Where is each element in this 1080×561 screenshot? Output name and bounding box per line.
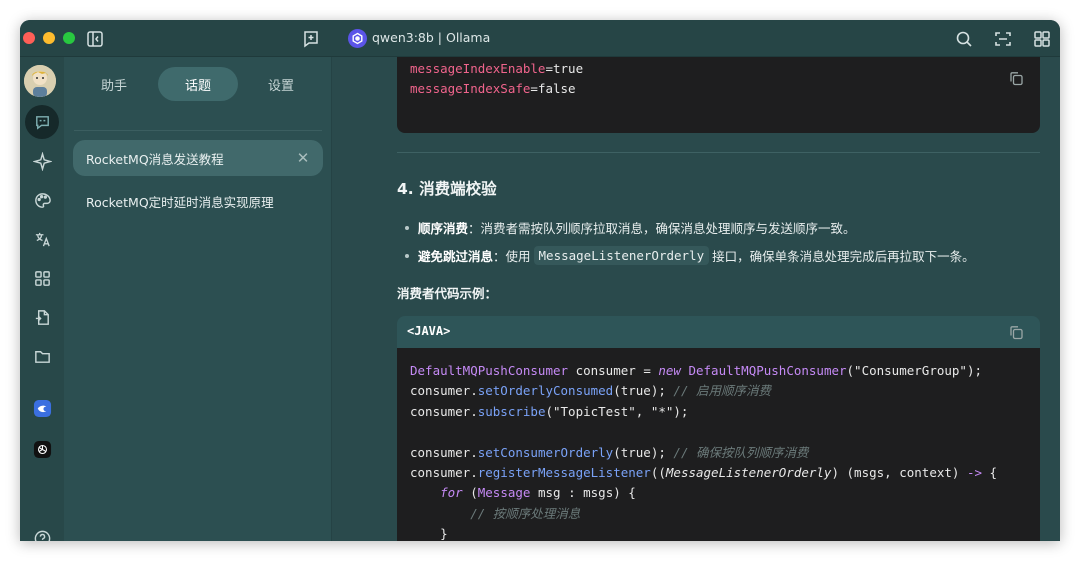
avatar[interactable] [24,65,56,97]
close-icon[interactable]: ✕ [295,150,311,166]
search-icon[interactable] [954,29,974,49]
topics-sidebar: 助手 话题 设置 RocketMQ消息发送教程 ✕ RocketMQ定时延时消息… [64,57,332,541]
model-selector[interactable]: qwen3:8b | Ollama [372,30,490,45]
code-block-header: <JAVA> [397,316,1040,348]
sidebar-tabs: 助手 话题 设置 [72,67,324,101]
list-item: 顺序消费：消费者需按队列顺序拉取消息，确保消息处理顺序与发送顺序一致。 [405,218,856,237]
brand-app-icon[interactable] [25,391,59,425]
folder-icon[interactable] [25,339,59,373]
window-minimize-button[interactable] [43,32,55,44]
chat-content: messageIndexEnable=true messageIndexSafe… [333,57,1060,541]
help-icon[interactable] [25,521,59,541]
section-heading: 4. 消费端校验 [397,177,497,199]
chat-icon[interactable] [25,105,59,139]
topic-label: RocketMQ定时延时消息实现原理 [86,192,274,211]
translate-icon[interactable] [25,222,59,256]
section-divider [397,152,1040,153]
copy-icon[interactable] [1008,70,1025,87]
model-logo-icon[interactable] [348,29,367,48]
tab-assistant[interactable]: 助手 [74,67,154,101]
copy-icon[interactable] [1008,324,1025,341]
window-close-button[interactable] [23,32,35,44]
topic-item-active[interactable]: RocketMQ消息发送教程 ✕ [73,140,323,176]
openai-icon[interactable] [25,432,59,466]
new-topic-icon[interactable] [301,29,321,49]
app-window: qwen3:8b | Ollama [20,20,1060,541]
code-language-label: <JAVA> [407,324,450,338]
file-tool-icon[interactable] [25,300,59,334]
code-content: messageIndexEnable=true messageIndexSafe… [410,59,583,100]
palette-icon[interactable] [25,183,59,217]
topic-label: RocketMQ消息发送教程 [86,149,224,168]
bullet-dot [405,226,409,230]
expand-icon[interactable] [993,29,1013,49]
tab-settings[interactable]: 设置 [241,67,321,101]
code-content: DefaultMQPushConsumer consumer = new Def… [410,361,997,541]
code-block-previous: messageIndexEnable=true messageIndexSafe… [397,57,1040,133]
sparkle-icon[interactable] [25,144,59,178]
inline-code: MessageListenerOrderly [534,246,710,265]
tabs-divider [74,130,322,131]
tab-topics[interactable]: 话题 [158,67,238,101]
sidebar-toggle-icon[interactable] [85,29,105,49]
layout-grid-icon[interactable] [1032,29,1052,49]
topic-item[interactable]: RocketMQ定时延时消息实现原理 [73,183,323,219]
bullet-dot [405,254,409,258]
apps-grid-icon[interactable] [25,261,59,295]
code-block: DefaultMQPushConsumer consumer = new Def… [397,348,1040,541]
list-item: 避免跳过消息：使用MessageListenerOrderly接口，确保单条消息… [405,246,975,265]
window-maximize-button[interactable] [63,32,75,44]
paragraph: 消费者代码示例： [397,283,497,302]
title-bar: qwen3:8b | Ollama [20,20,1060,57]
nav-rail [20,57,64,541]
